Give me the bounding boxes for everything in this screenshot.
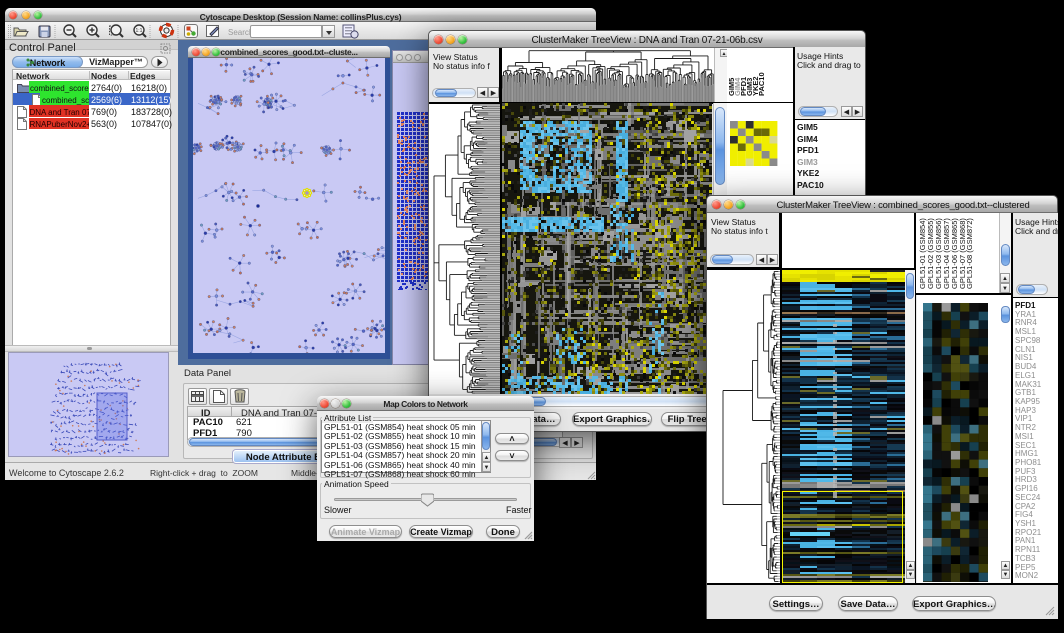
- svg-text:1:1: 1:1: [136, 28, 143, 34]
